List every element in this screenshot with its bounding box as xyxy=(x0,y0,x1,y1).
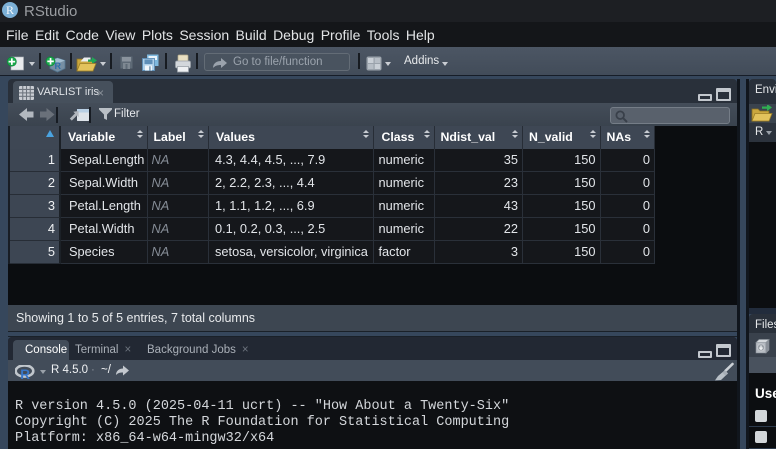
svg-text:R: R xyxy=(20,367,30,380)
svg-text:R: R xyxy=(55,61,62,71)
